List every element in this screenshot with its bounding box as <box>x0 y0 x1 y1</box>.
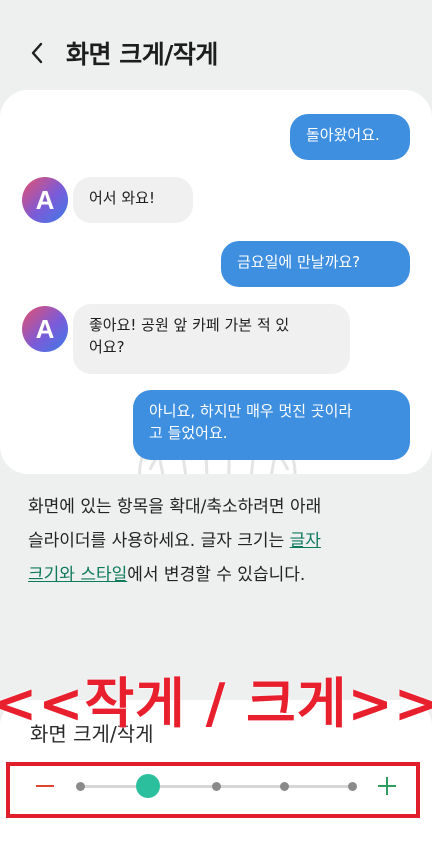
avatar-letter: A <box>35 184 55 215</box>
font-style-link[interactable]: 크기와 스타일 <box>28 565 127 585</box>
zoom-slider-stop[interactable] <box>75 782 85 791</box>
minus-icon <box>36 785 54 787</box>
back-button[interactable] <box>22 38 52 68</box>
received-message: 좋아요! 공원 앞 카페 가본 적 있 어요? <box>73 304 350 374</box>
plus-icon <box>378 777 396 795</box>
message-text: 돌아왔어요. <box>306 126 380 144</box>
chevron-left-icon <box>31 42 43 64</box>
message-line: 좋아요! 공원 앞 카페 가본 적 있 <box>89 316 290 334</box>
zoom-out-button[interactable] <box>28 769 62 803</box>
page-title: 화면 크게/작게 <box>66 40 218 69</box>
preview-card: 돌아왔어요. A 어서 와요! 금요일에 만날까요? A 좋아요! 공원 앞 카… <box>0 90 432 474</box>
description-segment: 에서 변경할 수 있습니다. <box>127 565 306 585</box>
message-line: 아니요, 하지만 매우 멋진 곳이라 <box>149 402 353 420</box>
description-line: 화면에 있는 항목을 확대/축소하려면 아래 <box>28 497 322 517</box>
description-line: 크기와 스타일에서 변경할 수 있습니다. <box>28 558 404 592</box>
sent-message: 아니요, 하지만 매우 멋진 곳이라 고 들었어요. <box>133 390 410 460</box>
sent-message: 금요일에 만날까요? <box>221 241 410 287</box>
message-line: 고 들었어요. <box>149 424 228 442</box>
description-text: 화면에 있는 항목을 확대/축소하려면 아래 슬라이더를 사용하세요. 글자 크… <box>28 490 404 592</box>
zoom-slider-stop[interactable] <box>211 782 221 791</box>
avatar-letter: A <box>35 313 55 344</box>
description-line: 슬라이더를 사용하세요. 글자 크기는 글자 <box>28 524 404 558</box>
avatar: A <box>22 306 68 352</box>
zoom-slider-thumb[interactable] <box>136 774 160 798</box>
description-segment: 슬라이더를 사용하세요. 글자 크기는 <box>28 531 290 551</box>
received-message: 어서 와요! <box>73 177 193 223</box>
message-text: 어서 와요! <box>89 189 155 207</box>
annotation-label: <<작게 / 크게>> <box>0 671 432 735</box>
zoom-in-button[interactable] <box>370 769 404 803</box>
message-text: 금요일에 만날까요? <box>237 253 361 271</box>
avatar: A <box>22 177 68 223</box>
zoom-slider-stop[interactable] <box>347 782 357 791</box>
zoom-slider-stop[interactable] <box>279 782 289 791</box>
font-style-link[interactable]: 글자 <box>290 531 321 551</box>
message-line: 어요? <box>89 338 125 356</box>
sent-message: 돌아왔어요. <box>290 114 410 160</box>
